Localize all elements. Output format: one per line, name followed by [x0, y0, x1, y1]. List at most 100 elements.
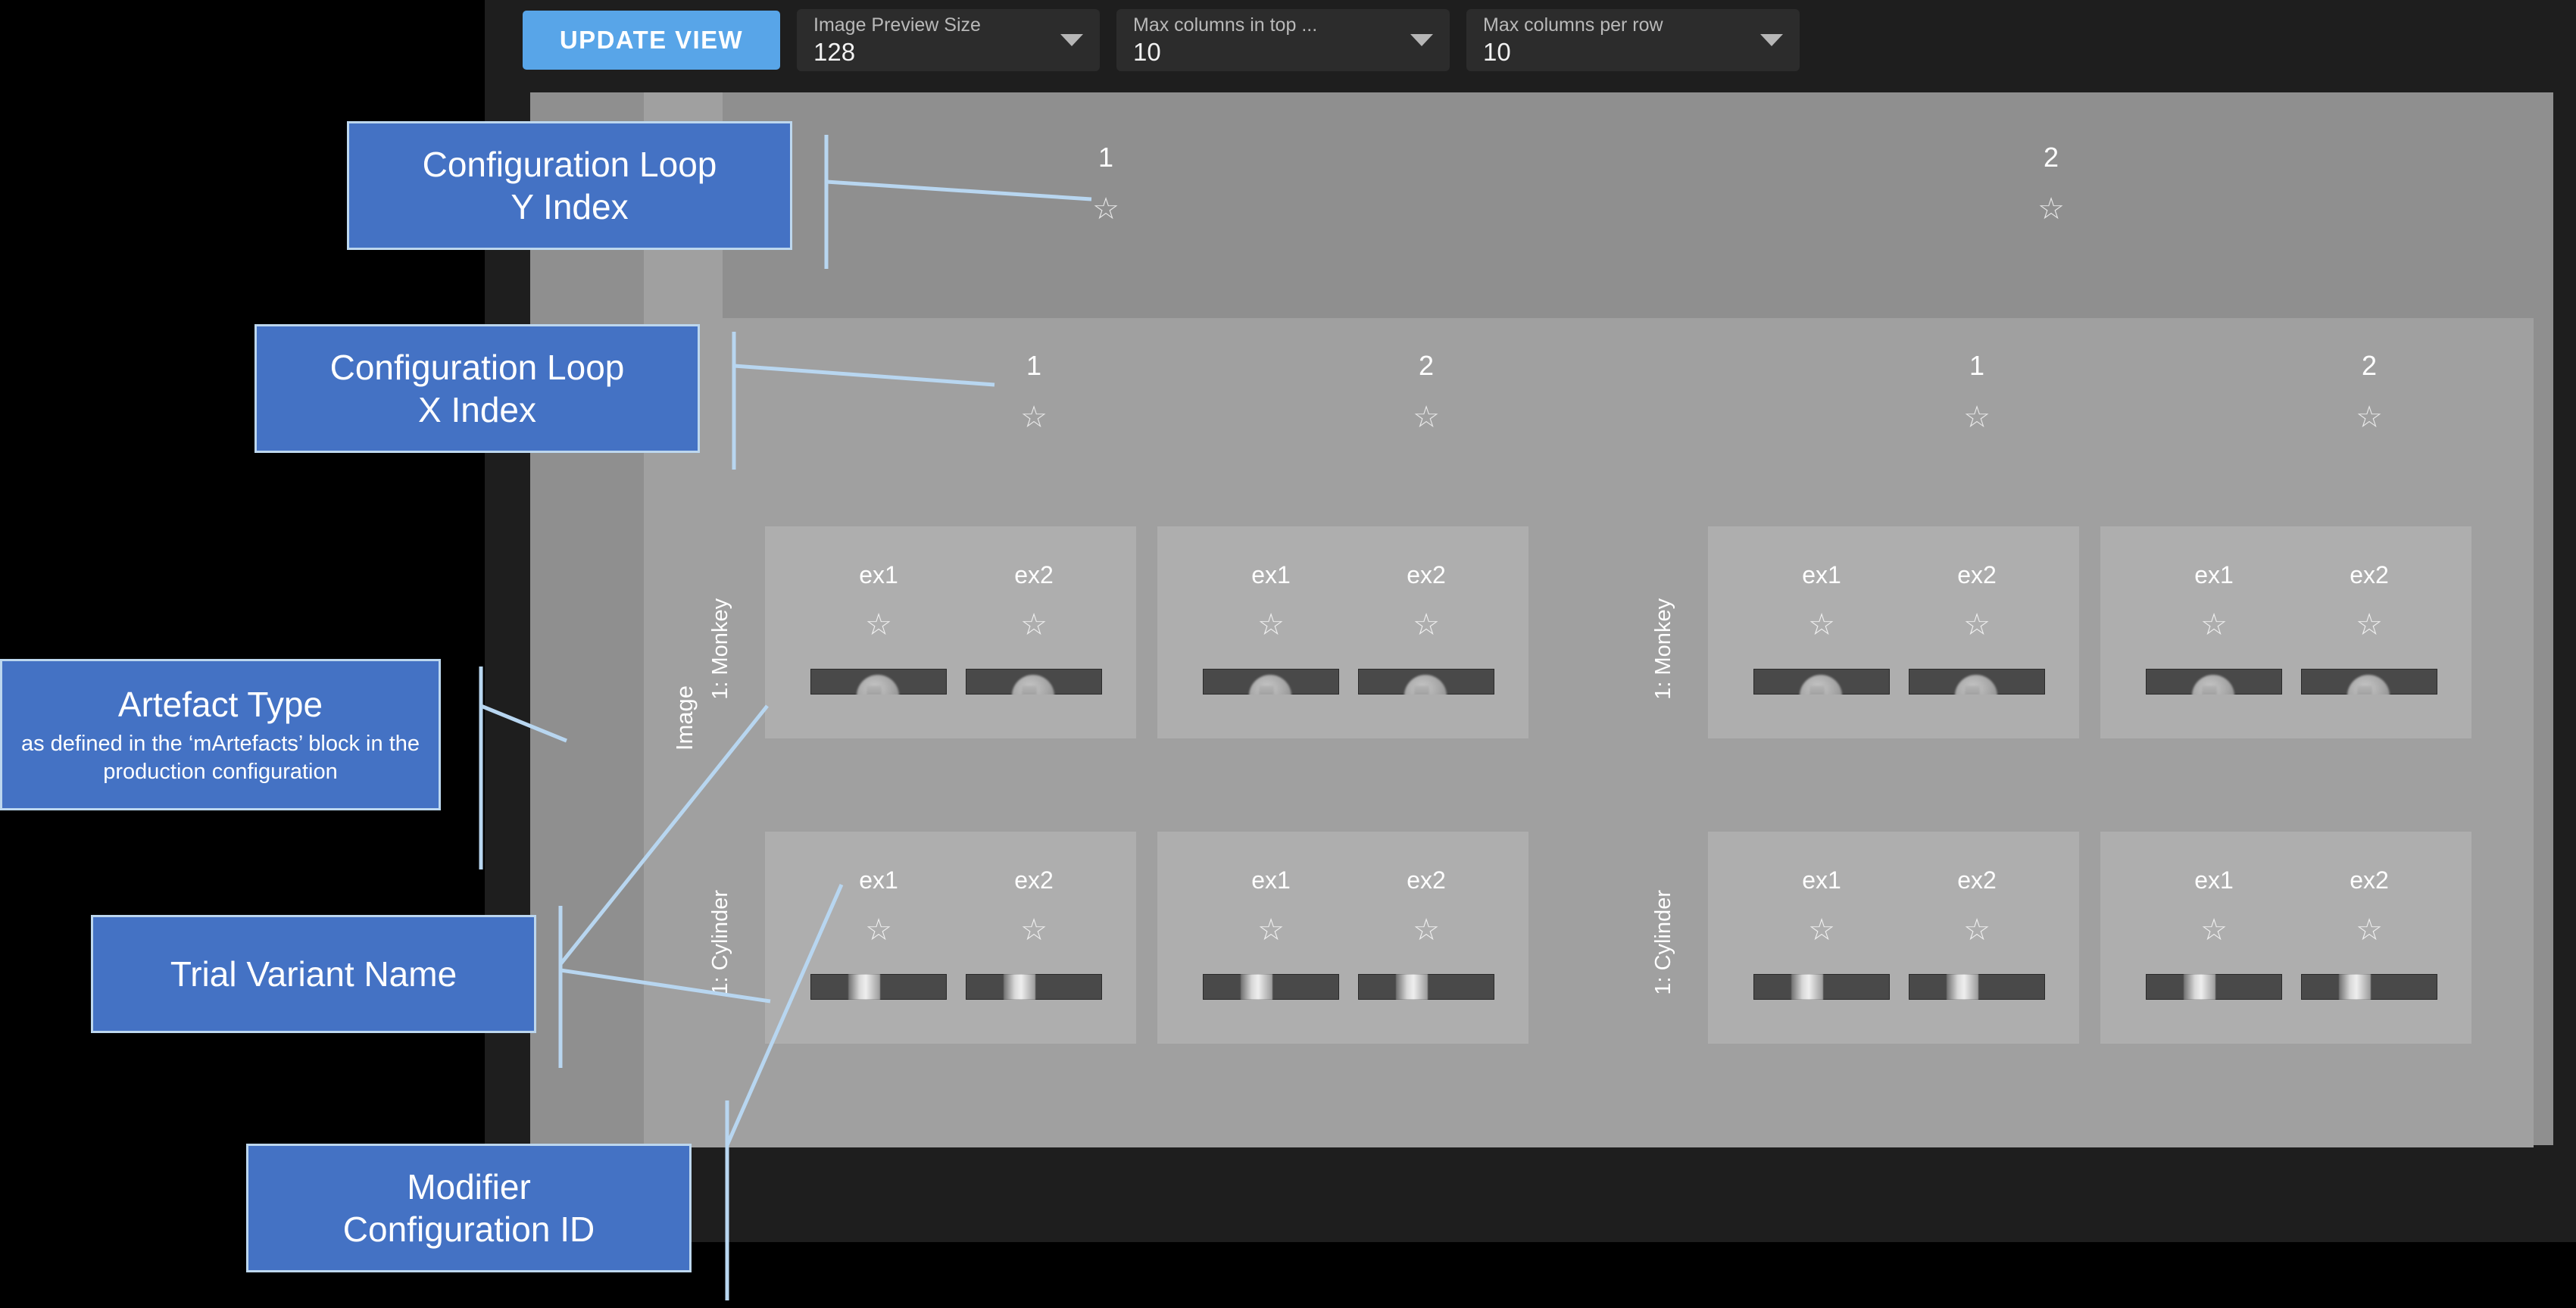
modifier-configuration-cell[interactable]: ex1 ☆ ex2 ☆ [1157, 832, 1528, 1044]
artefact-slot[interactable]: ex2 ☆ [1909, 868, 2045, 945]
star-icon[interactable]: ☆ [1203, 915, 1339, 945]
modifier-configuration-cell[interactable]: ex1 ☆ ex2 ☆ [1708, 526, 2079, 738]
artefact-name: ex2 [1407, 561, 1446, 588]
modifier-configuration-cell[interactable]: ex1 ☆ ex2 ☆ [2100, 526, 2471, 738]
star-icon[interactable]: ☆ [1909, 915, 2045, 945]
star-icon[interactable]: ☆ [810, 915, 947, 945]
artefact-thumbnail[interactable] [1203, 974, 1339, 1000]
artefact-name: ex2 [1014, 561, 1054, 588]
chevron-down-icon[interactable] [1060, 34, 1083, 46]
artefact-name: ex2 [2350, 561, 2389, 588]
modifier-configuration-cell[interactable]: ex1 ☆ ex2 ☆ [2100, 832, 2471, 1044]
callout-y-index-line1: Configuration Loop [422, 144, 717, 184]
modifier-configuration-cell[interactable]: ex1 ☆ ex2 ☆ [765, 832, 1136, 1044]
star-icon[interactable]: ☆ [1909, 610, 2045, 640]
callout-modifier-configuration-id: Modifier Configuration ID [246, 1144, 692, 1272]
star-icon[interactable]: ☆ [2301, 610, 2437, 640]
modifier-configuration-cell[interactable]: ex1 ☆ ex2 ☆ [1157, 526, 1528, 738]
artefact-thumbnail[interactable] [1203, 669, 1339, 695]
artefact-name: ex1 [1251, 866, 1291, 894]
callout-y-index-line2: Y Index [511, 187, 629, 226]
callout-trial-variant-title: Trial Variant Name [170, 954, 457, 994]
artefact-slot[interactable]: ex2 ☆ [2301, 563, 2437, 640]
x-index-g2-1-number: 1 [1969, 350, 1985, 381]
top-level-index-2-number: 2 [2043, 142, 2059, 173]
artefact-thumbnail[interactable] [2146, 669, 2282, 695]
artefact-thumbnail[interactable] [1358, 974, 1494, 1000]
artefact-slot[interactable]: ex1 ☆ [810, 868, 947, 945]
callout-configuration-loop-y-index: Configuration Loop Y Index [347, 121, 792, 250]
x-index-g2-1: 1 ☆ [1931, 350, 2022, 433]
artefact-slot[interactable]: ex2 ☆ [966, 563, 1102, 640]
artefact-name: ex2 [1407, 866, 1446, 894]
top-level-index-2: 2 ☆ [2006, 142, 2097, 225]
artefact-thumbnail[interactable] [2146, 974, 2282, 1000]
star-icon[interactable]: ☆ [810, 610, 947, 640]
artefact-name: ex2 [1014, 866, 1054, 894]
callout-x-index-line2: X Index [418, 390, 536, 429]
artefact-name: ex1 [1251, 561, 1291, 588]
star-icon[interactable]: ☆ [2006, 194, 2097, 224]
max-columns-per-row-dropdown[interactable]: Max columns per row 10 [1466, 9, 1800, 71]
artefact-thumbnail[interactable] [966, 974, 1102, 1000]
star-icon[interactable]: ☆ [2146, 915, 2282, 945]
star-icon[interactable]: ☆ [1381, 402, 1472, 432]
image-preview-size-label: Image Preview Size [813, 15, 981, 35]
artefact-thumbnail[interactable] [966, 669, 1102, 695]
max-columns-per-row-value: 10 [1483, 37, 1511, 66]
x-index-g1-1: 1 ☆ [988, 352, 1079, 433]
trial-variant-name-g2-cylinder: 1: Cylinder [1651, 890, 1675, 995]
star-icon[interactable]: ☆ [1358, 915, 1494, 945]
max-columns-in-top-dropdown[interactable]: Max columns in top ... 10 [1116, 9, 1450, 71]
artefact-name: ex1 [859, 561, 898, 588]
artefact-slot[interactable]: ex2 ☆ [1909, 563, 2045, 640]
star-icon[interactable]: ☆ [2324, 402, 2415, 432]
trial-variant-name-g2-monkey: 1: Monkey [1651, 598, 1675, 700]
artefact-thumbnail[interactable] [810, 669, 947, 695]
star-icon[interactable]: ☆ [1753, 610, 1890, 640]
star-icon[interactable]: ☆ [1060, 194, 1151, 224]
artefact-slot[interactable]: ex1 ☆ [1753, 868, 1890, 945]
artefact-thumbnail[interactable] [1358, 669, 1494, 695]
artefact-slot[interactable]: ex1 ☆ [2146, 868, 2282, 945]
artefact-slot[interactable]: ex1 ☆ [1753, 563, 1890, 640]
trial-variant-name-g1-cylinder: 1: Cylinder [708, 890, 732, 995]
chevron-down-icon[interactable] [1760, 34, 1783, 46]
artefact-slot[interactable]: ex2 ☆ [966, 868, 1102, 945]
artefact-thumbnail[interactable] [1909, 974, 2045, 1000]
artefact-slot[interactable]: ex1 ☆ [2146, 563, 2282, 640]
top-level-index-1: 1 ☆ [1060, 144, 1151, 225]
star-icon[interactable]: ☆ [2146, 610, 2282, 640]
artefact-name: ex2 [1957, 866, 1997, 894]
trial-variant-name-g1-monkey: 1: Monkey [708, 598, 732, 700]
modifier-configuration-cell[interactable]: ex1 ☆ ex2 ☆ [1708, 832, 2079, 1044]
update-view-button[interactable]: UPDATE VIEW [523, 11, 780, 70]
star-icon[interactable]: ☆ [988, 402, 1079, 432]
artefact-slot[interactable]: ex2 ☆ [1358, 868, 1494, 945]
image-preview-size-dropdown[interactable]: Image Preview Size 128 [797, 9, 1100, 71]
star-icon[interactable]: ☆ [1203, 610, 1339, 640]
star-icon[interactable]: ☆ [1931, 402, 2022, 432]
artefact-slot[interactable]: ex1 ☆ [1203, 563, 1339, 640]
artefact-thumbnail[interactable] [1753, 974, 1890, 1000]
artefact-thumbnail[interactable] [1909, 669, 2045, 695]
callout-artefact-type: Artefact Type as defined in the ‘mArtefa… [0, 659, 441, 810]
max-columns-per-row-label: Max columns per row [1483, 15, 1663, 35]
x-index-g2-2: 2 ☆ [2324, 352, 2415, 433]
artefact-thumbnail[interactable] [2301, 974, 2437, 1000]
star-icon[interactable]: ☆ [966, 915, 1102, 945]
star-icon[interactable]: ☆ [2301, 915, 2437, 945]
star-icon[interactable]: ☆ [966, 610, 1102, 640]
artefact-slot[interactable]: ex1 ☆ [1203, 868, 1339, 945]
artefact-thumbnail[interactable] [1753, 669, 1890, 695]
chevron-down-icon[interactable] [1410, 34, 1433, 46]
star-icon[interactable]: ☆ [1358, 610, 1494, 640]
star-icon[interactable]: ☆ [1753, 915, 1890, 945]
artefact-slot[interactable]: ex1 ☆ [810, 563, 947, 640]
max-columns-in-top-label: Max columns in top ... [1133, 15, 1318, 35]
artefact-slot[interactable]: ex2 ☆ [1358, 563, 1494, 640]
artefact-thumbnail[interactable] [810, 974, 947, 1000]
modifier-configuration-cell[interactable]: ex1 ☆ ex2 ☆ [765, 526, 1136, 738]
artefact-thumbnail[interactable] [2301, 669, 2437, 695]
artefact-slot[interactable]: ex2 ☆ [2301, 868, 2437, 945]
